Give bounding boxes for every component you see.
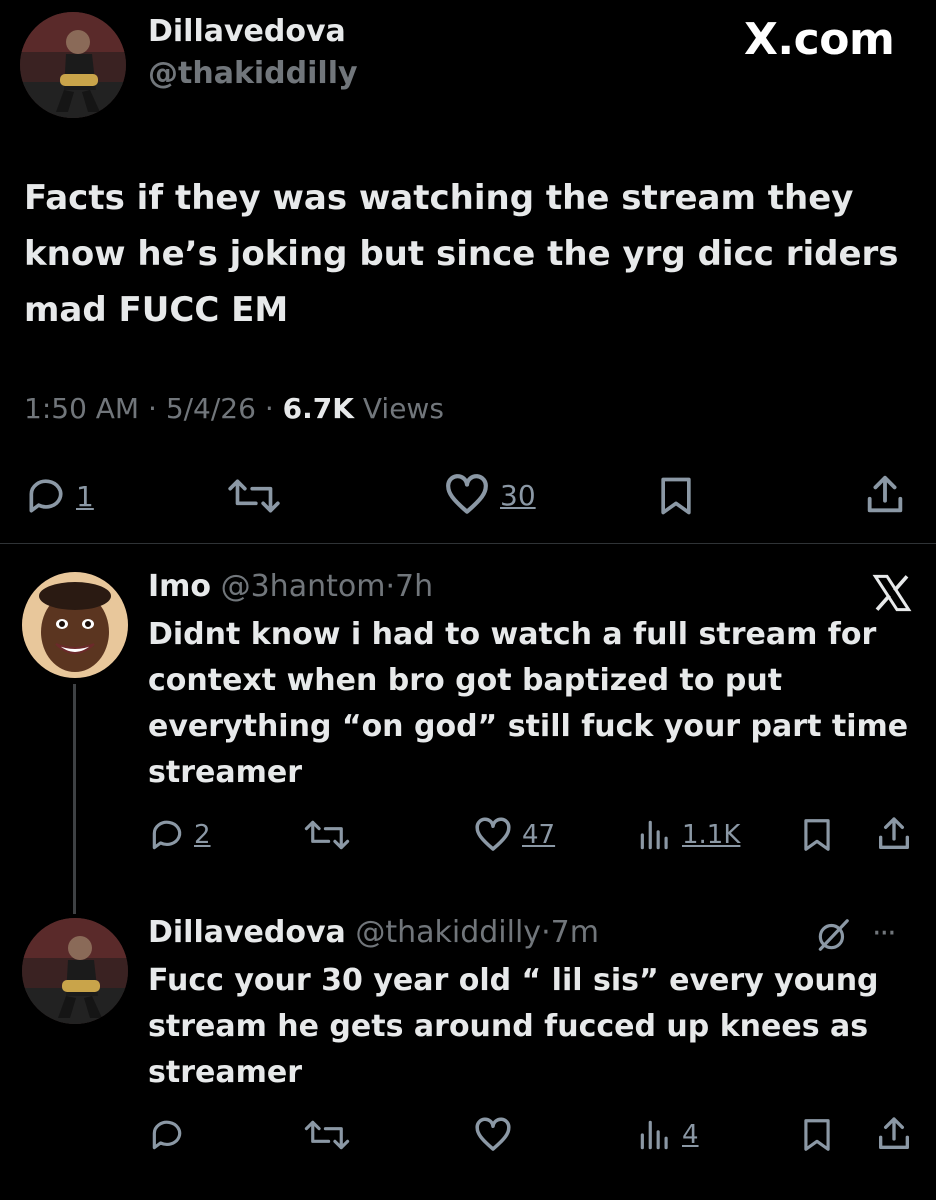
reply2-header: Dillavedova @thakiddilly·7m	[148, 915, 599, 950]
reply-count: 1	[76, 479, 94, 513]
reply2-share-button[interactable]	[874, 1114, 914, 1154]
share-icon	[879, 817, 909, 849]
share-icon	[867, 475, 903, 513]
reply2-reply-button[interactable]	[148, 1116, 186, 1154]
x-watermark: X.com	[744, 14, 895, 65]
reply2-bookmark-button[interactable]	[798, 1116, 836, 1154]
reply1-share-button[interactable]	[874, 814, 914, 854]
like-count: 30	[500, 478, 536, 512]
repost-button[interactable]	[226, 474, 282, 518]
tweet-views-count: 6.7K	[282, 392, 354, 425]
tweet-date[interactable]: 5/4/26	[166, 392, 256, 425]
reply1-like-button[interactable]: 47	[472, 814, 555, 856]
reply-icon	[152, 1120, 182, 1150]
reply1-like-count: 47	[522, 820, 556, 850]
reply1-timestamp[interactable]: 7h	[395, 569, 433, 604]
thread-line	[73, 684, 76, 914]
heart-icon	[475, 1117, 511, 1151]
reply2-timestamp[interactable]: 7m	[551, 915, 599, 950]
analytics-icon	[640, 1120, 668, 1150]
tweet-time[interactable]: 1:50 AM	[24, 392, 139, 425]
reply1-reply-button[interactable]: 2	[148, 816, 211, 854]
reply-icon	[29, 479, 63, 513]
reply2-author-name[interactable]: Dillavedova	[148, 915, 346, 950]
reply1-reply-count: 2	[194, 820, 211, 850]
like-button[interactable]: 30	[442, 470, 536, 520]
reply-icon	[152, 820, 182, 850]
reply1-author-handle[interactable]: @3hantom	[221, 569, 386, 604]
analytics-icon	[640, 820, 668, 850]
divider	[0, 543, 936, 544]
reply2-author-handle[interactable]: @thakiddilly	[355, 915, 541, 950]
share-icon	[879, 1117, 909, 1149]
heart-icon	[475, 817, 511, 851]
reply1-views-count: 1.1K	[682, 820, 741, 850]
main-author-handle[interactable]: @thakiddilly	[148, 56, 358, 91]
reply1-bookmark-button[interactable]	[798, 816, 836, 854]
reply2-views-button[interactable]: 4	[636, 1116, 699, 1154]
reply1-header: Imo @3hantom·7h	[148, 569, 434, 604]
bookmark-icon	[661, 477, 691, 515]
reply1-author-name[interactable]: Imo	[148, 569, 211, 604]
reply1-views-button[interactable]: 1.1K	[636, 816, 740, 854]
reply2-views-count: 4	[682, 1120, 699, 1150]
x-logo-icon	[872, 574, 912, 612]
bookmark-icon	[804, 1119, 830, 1151]
main-author-name[interactable]: Dillavedova	[148, 14, 346, 49]
repost-icon	[304, 820, 350, 850]
main-avatar[interactable]	[20, 12, 126, 118]
bookmark-button[interactable]	[654, 474, 698, 518]
reply-button[interactable]: 1	[24, 474, 94, 518]
heart-icon	[446, 474, 488, 514]
repost-icon	[228, 479, 280, 513]
main-tweet-text: Facts if they was watching the stream th…	[24, 178, 899, 330]
reply2-like-button[interactable]	[472, 1114, 514, 1156]
more-options-icon[interactable]: ···	[872, 916, 897, 951]
reply1-text: Didnt know i had to watch a full stream …	[148, 617, 909, 790]
share-button[interactable]	[862, 472, 908, 518]
tweet-views-label: Views	[362, 392, 444, 425]
reply2-avatar[interactable]	[22, 918, 128, 1024]
reply2-text: Fucc your 30 year old “ lil sis” every y…	[148, 963, 879, 1090]
reply1-avatar[interactable]	[22, 572, 128, 678]
bookmark-icon	[804, 819, 830, 851]
reply2-repost-button[interactable]	[302, 1116, 352, 1154]
grok-icon[interactable]	[814, 916, 852, 954]
reply1-repost-button[interactable]	[302, 816, 352, 854]
tweet-meta: 1:50 AM · 5/4/26 · 6.7K Views	[24, 392, 444, 425]
repost-icon	[304, 1120, 350, 1150]
